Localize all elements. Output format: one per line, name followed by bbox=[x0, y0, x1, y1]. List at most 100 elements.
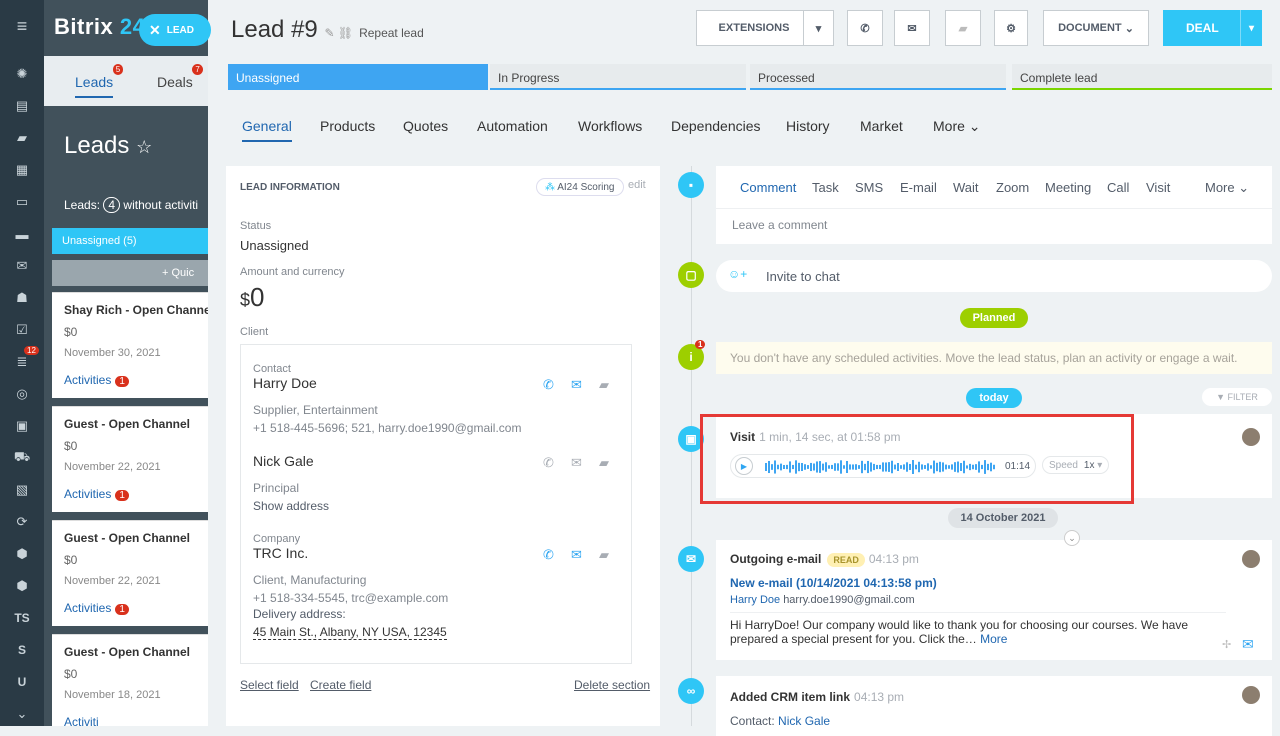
phone-icon[interactable]: ✆ bbox=[543, 455, 554, 471]
contact-icon[interactable]: ▧ bbox=[12, 480, 32, 500]
s-icon[interactable]: S bbox=[12, 640, 32, 660]
lead-card[interactable]: Shay Rich - Open Channel $0 November 30, 2… bbox=[52, 292, 214, 398]
phone-icon: ✆ bbox=[860, 22, 870, 35]
settings-button[interactable]: ⚙ bbox=[994, 10, 1028, 46]
filter-button[interactable]: ▼ FILTER bbox=[1202, 388, 1272, 406]
tab-general[interactable]: General bbox=[242, 118, 292, 142]
crm-icon[interactable]: ≣ 12 bbox=[12, 346, 39, 372]
pin-icon[interactable]: ✢ bbox=[1222, 638, 1231, 651]
close-lead-button[interactable]: ✕ LEAD bbox=[139, 14, 211, 46]
brand-logo: Bitrix 24 bbox=[54, 14, 146, 39]
tab-comment[interactable]: Comment bbox=[740, 180, 796, 195]
tab-more[interactable]: More ⌄ bbox=[1205, 180, 1249, 196]
invite-to-chat[interactable]: ☺+ Invite to chat bbox=[716, 260, 1272, 292]
lead-card[interactable]: Guest - Open Channel $0 November 18, 2021 … bbox=[52, 634, 214, 726]
lead-card[interactable]: Guest - Open Channel $0 November 22, 2021 … bbox=[52, 406, 214, 512]
drive-icon[interactable]: ▬ bbox=[12, 224, 32, 244]
tab-more[interactable]: More ⌄ bbox=[933, 118, 981, 135]
tab-quotes[interactable]: Quotes bbox=[403, 118, 448, 134]
reply-mail-icon[interactable]: ✉ bbox=[1242, 636, 1254, 653]
tasks-icon[interactable]: ☑ bbox=[12, 320, 32, 340]
more-link[interactable]: More bbox=[980, 632, 1007, 646]
tab-products[interactable]: Products bbox=[320, 118, 375, 134]
ai-scoring-button[interactable]: ⁂ AI24 Scoring bbox=[536, 178, 624, 196]
chat-icon[interactable]: ▰ bbox=[12, 128, 32, 148]
tab-zoom[interactable]: Zoom bbox=[996, 180, 1029, 195]
calendar-icon[interactable]: ▦ bbox=[12, 160, 32, 180]
tab-email[interactable]: E-mail bbox=[900, 180, 937, 195]
show-address-link[interactable]: Show address bbox=[253, 499, 329, 513]
lead-card[interactable]: Guest - Open Channel $0 November 22, 2021 … bbox=[52, 520, 214, 626]
status-value[interactable]: Unassigned bbox=[240, 238, 309, 253]
email-item: Outgoing e-mail READ 04:13 pm New e-mail (… bbox=[716, 540, 1272, 660]
chat-button[interactable]: ▰ bbox=[945, 10, 981, 46]
shop-icon[interactable]: ⛟ bbox=[12, 448, 32, 468]
stage-processed[interactable]: Processed bbox=[750, 64, 1006, 90]
ts-icon[interactable]: TS bbox=[12, 608, 32, 628]
company-label: Company bbox=[253, 533, 301, 545]
chevron-down-icon: ⌄ bbox=[968, 118, 981, 134]
contact-sub: Principal bbox=[253, 481, 300, 495]
stage-in-progress[interactable]: In Progress bbox=[490, 64, 746, 90]
groups-icon[interactable]: ☗ bbox=[12, 288, 32, 308]
email-subject[interactable]: New e-mail (10/14/2021 04:13:58 pm) bbox=[730, 576, 937, 590]
scroll-down-icon[interactable]: ⌄ bbox=[1064, 530, 1080, 546]
mail-icon[interactable]: ✉ bbox=[571, 547, 582, 563]
contact-name[interactable]: Nick Gale bbox=[253, 453, 314, 469]
tab-market[interactable]: Market bbox=[860, 118, 903, 134]
stage-complete-lead[interactable]: Complete lead bbox=[1012, 64, 1272, 90]
feed-icon[interactable]: ▤ bbox=[12, 96, 32, 116]
menu-icon[interactable]: ≡ bbox=[12, 16, 32, 36]
create-field-link[interactable]: Create field bbox=[310, 678, 371, 692]
delete-section-link[interactable]: Delete section bbox=[574, 678, 650, 692]
stage-unassigned[interactable]: Unassigned bbox=[228, 64, 488, 90]
delivery-address[interactable]: 45 Main St., Albany, NY USA, 12345 bbox=[253, 625, 447, 640]
u-icon[interactable]: U bbox=[12, 672, 32, 692]
visit-item: Visit 1 min, 14 sec, at 01:58 pm ▶ 01:14 … bbox=[700, 414, 1272, 504]
chevron-down-icon[interactable]: ⌄ bbox=[12, 704, 32, 724]
tab-automation[interactable]: Automation bbox=[477, 118, 548, 134]
mail-icon[interactable]: ✉ bbox=[12, 256, 32, 276]
box2-icon[interactable]: ⬢ bbox=[12, 576, 32, 596]
swirl-icon[interactable]: ✺ bbox=[12, 64, 32, 84]
extensions-button[interactable]: EXTENSIONS ▾ bbox=[696, 10, 834, 46]
phone-button[interactable]: ✆ bbox=[847, 10, 883, 46]
tab-call[interactable]: Call bbox=[1107, 180, 1129, 195]
company-name[interactable]: TRC Inc. bbox=[253, 545, 308, 561]
chat-icon[interactable]: ▰ bbox=[599, 547, 609, 563]
target-icon[interactable]: ◎ bbox=[12, 384, 32, 404]
chevron-down-icon: ▾ bbox=[1240, 10, 1262, 46]
sites-icon[interactable]: ▣ bbox=[12, 416, 32, 436]
chat-icon[interactable]: ▰ bbox=[599, 455, 609, 471]
phone-icon[interactable]: ✆ bbox=[543, 377, 554, 393]
tab-deals[interactable]: Deals 7 bbox=[157, 64, 203, 90]
amount-value[interactable]: $0 bbox=[240, 282, 264, 313]
edit-link[interactable]: edit bbox=[628, 179, 646, 191]
document-button[interactable]: DOCUMENT ⌄ bbox=[1043, 10, 1149, 46]
docs-icon[interactable]: ▭ bbox=[12, 192, 32, 212]
gear-icon: ⚙ bbox=[1006, 22, 1016, 35]
quick-add-button[interactable]: + Quic bbox=[52, 260, 214, 286]
tab-leads[interactable]: Leads 5 bbox=[75, 64, 124, 98]
tab-workflows[interactable]: Workflows bbox=[578, 118, 642, 134]
mail-button[interactable]: ✉ bbox=[894, 10, 930, 46]
mail-icon[interactable]: ✉ bbox=[571, 377, 582, 393]
tab-dependencies[interactable]: Dependencies bbox=[671, 118, 761, 134]
phone-icon[interactable]: ✆ bbox=[543, 547, 554, 563]
sync-icon[interactable]: ⟳ bbox=[12, 512, 32, 532]
tab-meeting[interactable]: Meeting bbox=[1045, 180, 1091, 195]
tab-wait[interactable]: Wait bbox=[953, 180, 979, 195]
comment-input[interactable]: Leave a comment bbox=[732, 218, 827, 232]
tab-history[interactable]: History bbox=[786, 118, 830, 134]
tab-task[interactable]: Task bbox=[812, 180, 839, 195]
chat-icon[interactable]: ▰ bbox=[599, 377, 609, 393]
box-icon[interactable]: ⬢ bbox=[12, 544, 32, 564]
leads-stat: Leads: 4 without activiti bbox=[64, 197, 199, 213]
tab-sms[interactable]: SMS bbox=[855, 180, 883, 195]
repeat-lead-label: Repeat lead bbox=[359, 26, 424, 40]
tab-visit[interactable]: Visit bbox=[1146, 180, 1170, 195]
contact-name[interactable]: Harry Doe bbox=[253, 375, 317, 391]
deal-button[interactable]: DEAL ▾ bbox=[1163, 10, 1262, 46]
mail-icon[interactable]: ✉ bbox=[571, 455, 582, 471]
select-field-link[interactable]: Select field bbox=[240, 678, 299, 692]
